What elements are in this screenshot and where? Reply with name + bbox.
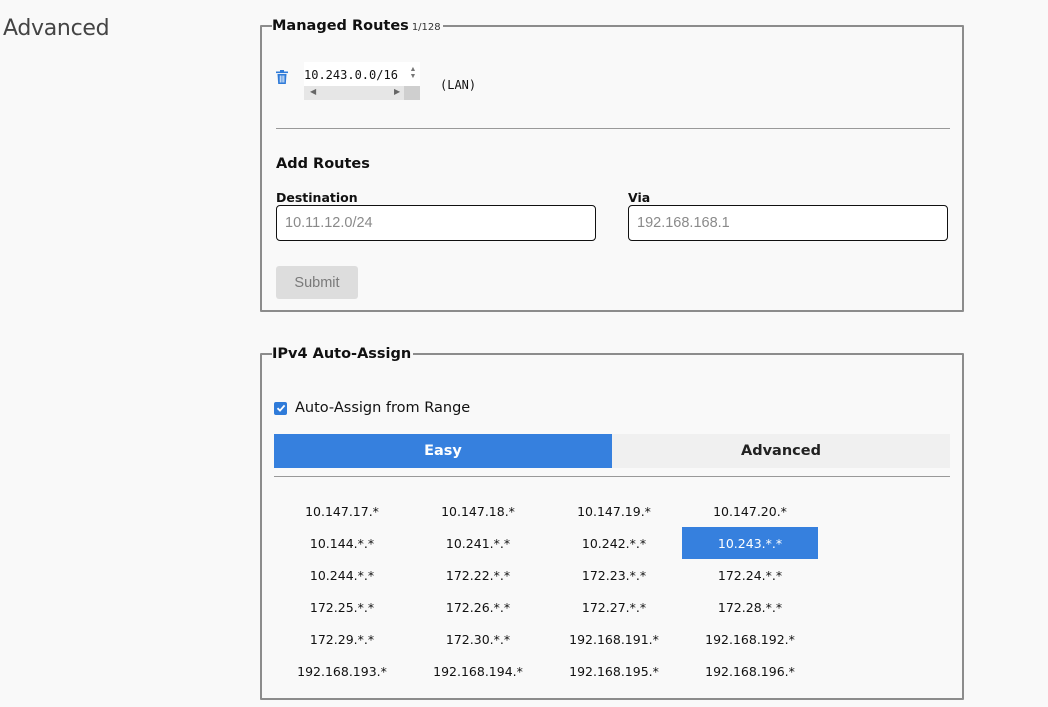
range-option[interactable]: 192.168.192.* <box>682 623 818 655</box>
checkmark-icon <box>276 404 285 412</box>
range-option[interactable]: 192.168.196.* <box>682 655 818 687</box>
scroll-left-icon[interactable]: ◀ <box>310 87 316 96</box>
section-title: Advanced <box>3 16 110 41</box>
range-option[interactable]: 10.241.*.* <box>410 527 546 559</box>
range-option[interactable]: 172.24.*.* <box>682 559 818 591</box>
divider <box>276 128 950 129</box>
destination-label: Destination <box>276 190 358 205</box>
destination-input[interactable] <box>276 205 596 241</box>
ipv4-auto-assign-panel: IPv4 Auto-Assign Auto-Assign from Range … <box>260 346 964 700</box>
range-option[interactable]: 172.28.*.* <box>682 591 818 623</box>
via-input[interactable] <box>628 205 948 241</box>
range-option[interactable]: 172.30.*.* <box>410 623 546 655</box>
auto-assign-checkbox-row[interactable]: Auto-Assign from Range <box>274 400 470 416</box>
range-option[interactable]: 172.27.*.* <box>546 591 682 623</box>
range-option[interactable]: 192.168.195.* <box>546 655 682 687</box>
range-option[interactable]: 192.168.194.* <box>410 655 546 687</box>
range-option[interactable]: 10.147.19.* <box>546 495 682 527</box>
tab-divider <box>274 476 950 477</box>
managed-routes-title: Managed Routes <box>272 18 409 34</box>
range-option[interactable]: 10.244.*.* <box>274 559 410 591</box>
range-option[interactable]: 192.168.191.* <box>546 623 682 655</box>
range-option[interactable]: 172.25.*.* <box>274 591 410 623</box>
range-option[interactable]: 192.168.193.* <box>274 655 410 687</box>
range-option[interactable]: 10.147.20.* <box>682 495 818 527</box>
range-option[interactable]: 172.26.*.* <box>410 591 546 623</box>
auto-assign-checkbox[interactable] <box>274 401 287 415</box>
range-option[interactable]: 10.144.*.* <box>274 527 410 559</box>
range-option[interactable]: 10.147.17.* <box>274 495 410 527</box>
submit-button[interactable]: Submit <box>276 266 358 299</box>
range-option[interactable]: 10.242.*.* <box>546 527 682 559</box>
route-horizontal-scrollbar[interactable]: ◀ ▶ <box>304 86 420 100</box>
range-option[interactable]: 10.243.*.* <box>682 527 818 559</box>
add-routes-title: Add Routes <box>276 156 370 172</box>
range-option[interactable]: 172.23.*.* <box>546 559 682 591</box>
tab-easy[interactable]: Easy <box>274 434 612 468</box>
tab-advanced[interactable]: Advanced <box>612 434 950 468</box>
ipv4-legend: IPv4 Auto-Assign <box>272 346 412 362</box>
route-target: 10.243.0.0/16 <box>304 68 398 82</box>
managed-routes-legend: Managed Routes 1/128 <box>272 18 443 34</box>
range-option[interactable]: 172.29.*.* <box>274 623 410 655</box>
range-option[interactable]: 172.22.*.* <box>410 559 546 591</box>
route-target-field[interactable]: 10.243.0.0/16 ▲ ▼ ◀ ▶ <box>304 62 420 100</box>
assign-mode-tabs: Easy Advanced <box>274 434 950 468</box>
managed-routes-panel: Managed Routes 1/128 10.243.0.0/16 ▲ ▼ ◀ ▶… <box>260 18 964 312</box>
range-option[interactable]: 10.147.18.* <box>410 495 546 527</box>
trash-icon[interactable] <box>276 70 288 84</box>
route-via: (LAN) <box>440 78 477 92</box>
spinner-icon[interactable]: ▲ ▼ <box>408 66 418 80</box>
scroll-right-icon[interactable]: ▶ <box>394 87 400 96</box>
auto-assign-label: Auto-Assign from Range <box>295 400 471 416</box>
scrollbar-corner <box>404 86 420 100</box>
via-label: Via <box>628 190 651 205</box>
routes-count: 1/128 <box>411 22 441 33</box>
